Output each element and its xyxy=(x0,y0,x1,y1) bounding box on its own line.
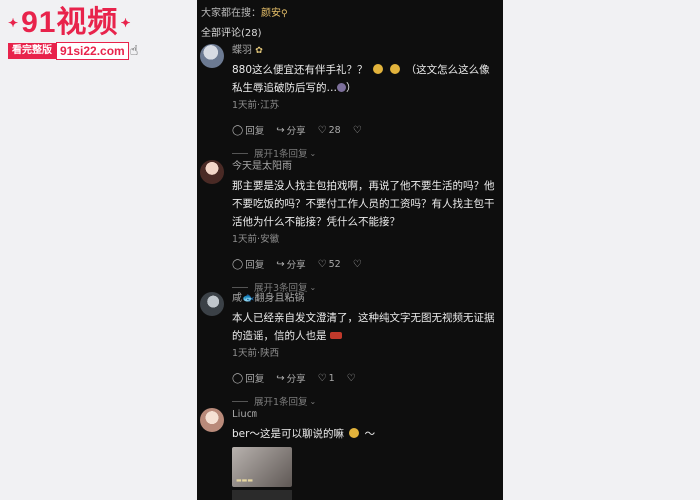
image-caption-icon: ▬▬▬ xyxy=(236,477,254,484)
comment-body: 今天是太阳雨 那主要是没人找主包拍戏啊，再说了他不要生活的吗？他不要吃饭的吗？不… xyxy=(232,160,500,294)
like-button[interactable]: ♡ 52 xyxy=(318,259,341,270)
comment-text: 880这么便宜还有伴手礼？？ （这文怎么这么像私生辱追破防后写的…） xyxy=(232,61,500,97)
comment-meta: 1天前·陕西 xyxy=(232,348,280,359)
comment-actions: ◯ 回复 ↪ 分享 ♡ 1 ♡ xyxy=(232,371,500,386)
chevron-down-icon: ⌄ xyxy=(309,396,317,406)
comment-username[interactable]: 今天是太阳雨 xyxy=(232,160,500,174)
comment-username[interactable]: 蝶羽 ✿ xyxy=(232,44,500,58)
expand-replies-button[interactable]: 展开1条回复 ⌄ xyxy=(232,146,500,160)
comment-text: 那主要是没人找主包拍戏啊，再说了他不要生活的吗？他不要吃饭的吗？不要付工作人员的… xyxy=(232,180,495,228)
heart-icon: ♡ xyxy=(317,372,327,384)
expand-label: 展开1条回复 xyxy=(254,149,308,160)
smile-emoji-icon xyxy=(390,64,401,74)
reply-icon: ◯ xyxy=(232,258,244,270)
share-label: 分享 xyxy=(286,260,306,271)
sparkle-icon: ✦ xyxy=(120,16,132,30)
avatar[interactable] xyxy=(200,292,224,316)
expand-replies-button[interactable]: 展开1条回复 ⌄ xyxy=(232,394,500,408)
comment-actions: ◯ 回复 ↪ 分享 ♡ 52 ♡ xyxy=(232,257,500,272)
reply-icon: ◯ xyxy=(232,124,244,136)
expand-label: 展开1条回复 xyxy=(254,397,308,408)
comment-body: Liu㎝ ber～这是可以聊说的嘛 ～ ▬▬▬ xyxy=(232,408,500,500)
like-count: 52 xyxy=(328,258,341,270)
watermark-logo: ✦ 91视频 ✦ 看完整版 91si22.com ☝ xyxy=(8,6,158,60)
laugh-emoji-icon xyxy=(349,428,360,438)
reply-label: 回复 xyxy=(245,374,265,385)
comment-text: 本人已经亲自发文澄清了，这种纯文字无图无视频无证据的造谣，信的人也是 xyxy=(232,309,500,345)
watermark-title-row: ✦ 91视频 ✦ xyxy=(8,6,158,40)
comment-actions: ◯ 回复 ↪ 分享 ♡ 28 ♡ xyxy=(232,123,500,138)
reply-icon: ◯ xyxy=(232,372,244,384)
avatar[interactable] xyxy=(200,408,224,432)
reply-label: 回复 xyxy=(245,126,265,137)
chevron-down-icon: ⌄ xyxy=(309,148,317,158)
share-label: 分享 xyxy=(286,374,306,385)
heart-icon: ♡ xyxy=(317,124,327,136)
watermark-badge: 看完整版 xyxy=(8,43,56,59)
share-icon: ↪ xyxy=(276,258,285,270)
comment-text: ber～这是可以聊说的嘛 ～ xyxy=(232,425,500,443)
comment-username[interactable]: 咸🐟翻身且粘锅 xyxy=(232,292,500,306)
broken-heart-icon: ♡ xyxy=(346,372,356,384)
cursor-hand-icon: ☝ xyxy=(129,43,139,59)
watermark-url-row: 看完整版 91si22.com ☝ xyxy=(8,42,158,60)
flower-icon: ✿ xyxy=(255,46,263,56)
like-count: 28 xyxy=(328,124,341,136)
share-button[interactable]: ↪ 分享 xyxy=(276,371,306,386)
divider xyxy=(232,286,248,288)
avatar[interactable] xyxy=(200,160,224,184)
share-button[interactable]: ↪ 分享 xyxy=(276,123,306,138)
emoji-icon xyxy=(329,332,342,339)
dislike-button[interactable]: ♡ xyxy=(353,125,364,136)
comment-meta: 1天前·安徽 xyxy=(232,234,280,245)
broken-heart-icon: ♡ xyxy=(352,258,362,270)
search-suggestion[interactable]: 大家都在搜：颜安⚲ xyxy=(197,0,503,19)
share-icon: ↪ xyxy=(276,372,285,384)
comment-text-a: ber～这是可以聊说的嘛 xyxy=(232,428,344,440)
smile-emoji-icon xyxy=(372,64,383,74)
emoji-icon xyxy=(337,83,346,92)
chevron-down-icon: ⌄ xyxy=(309,282,317,292)
divider xyxy=(232,152,248,154)
share-button[interactable]: ↪ 分享 xyxy=(276,257,306,272)
reply-button[interactable]: ◯ 回复 xyxy=(232,257,265,272)
comment-image[interactable]: ▬▬▬ xyxy=(232,447,292,487)
watermark-title: 91视频 xyxy=(21,6,119,39)
like-button[interactable]: ♡ 1 xyxy=(318,373,335,384)
reply-button[interactable]: ◯ 回复 xyxy=(232,123,265,138)
like-count: 1 xyxy=(328,372,335,384)
sparkle-icon: ✦ xyxy=(8,16,20,30)
comment-text-main: 本人已经亲自发文澄清了，这种纯文字无图无视频无证据的造谣，信的人也是 xyxy=(232,312,495,342)
share-icon: ↪ xyxy=(276,124,285,136)
dislike-button[interactable]: ♡ xyxy=(353,259,364,270)
search-prefix: 大家都在搜： xyxy=(201,8,261,19)
comment-username[interactable]: Liu㎝ xyxy=(232,408,500,422)
comment-body: 咸🐟翻身且粘锅 本人已经亲自发文澄清了，这种纯文字无图无视频无证据的造谣，信的人… xyxy=(232,292,500,408)
comment-meta: 1天前·江苏 xyxy=(232,100,280,111)
dislike-button[interactable]: ♡ xyxy=(347,373,358,384)
comment-text-d: ） xyxy=(346,82,357,94)
heart-icon: ♡ xyxy=(317,258,327,270)
reply-button[interactable]: ◯ 回复 xyxy=(232,371,265,386)
comment-image-second[interactable] xyxy=(232,490,292,500)
reply-label: 回复 xyxy=(245,260,265,271)
username-text: 蝶羽 xyxy=(232,45,252,56)
divider xyxy=(232,400,248,402)
like-button[interactable]: ♡ 28 xyxy=(318,125,341,136)
comment-text-a: 880这么便宜还有伴手礼？？ xyxy=(232,64,368,76)
avatar[interactable] xyxy=(200,44,224,68)
comment-text-c: 辱追破防后写的… xyxy=(253,82,337,94)
comments-panel[interactable]: 大家都在搜：颜安⚲ 全部评论(28) 蝶羽 ✿ 880这么便宜还有伴手礼？？ （… xyxy=(197,0,503,500)
share-label: 分享 xyxy=(286,126,306,137)
broken-heart-icon: ♡ xyxy=(352,124,362,136)
watermark-url: 91si22.com xyxy=(56,42,129,60)
search-icon: ⚲ xyxy=(281,9,288,19)
comment-body: 蝶羽 ✿ 880这么便宜还有伴手礼？？ （这文怎么这么像私生辱追破防后写的…） … xyxy=(232,44,500,160)
comment-text-b: ～ xyxy=(364,428,376,440)
comment-count: 全部评论(28) xyxy=(201,28,262,39)
search-term-link[interactable]: 颜安 xyxy=(261,8,281,19)
